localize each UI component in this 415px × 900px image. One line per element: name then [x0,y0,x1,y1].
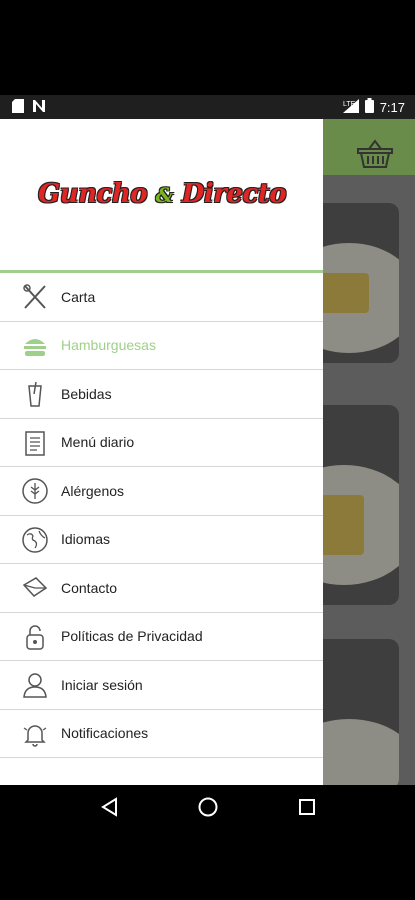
basket-icon[interactable] [357,139,393,169]
status-bar: LTE 7:17 [0,95,415,119]
top-letterbox [0,0,415,95]
user-icon [21,671,49,699]
menu-item-alergenos[interactable]: Alérgenos [0,467,323,516]
clock: 7:17 [379,99,405,115]
signal-icon: LTE [342,98,359,116]
globe-icon [21,526,49,554]
menu-item-notificaciones[interactable]: Notificaciones [0,710,323,758]
menu-item-idiomas[interactable]: Idiomas [0,516,323,564]
menu-item-politicas[interactable]: Políticas de Privacidad [0,613,323,661]
bell-icon [21,720,49,748]
app-notification-icon [32,99,46,116]
drink-icon [21,380,49,408]
fork-knife-icon [21,283,49,311]
back-icon[interactable] [100,796,118,822]
menu-item-hamburguesas[interactable]: Hamburguesas [0,322,323,370]
home-icon[interactable] [197,796,219,823]
svg-text:LTE: LTE [343,101,356,108]
notepad-icon [21,429,49,457]
app-logo: Guncho & Directo [38,179,287,209]
burger-icon [21,332,49,360]
wheat-icon [21,477,49,505]
bottom-letterbox [0,833,415,900]
envelope-icon [21,574,49,602]
lock-icon [21,623,49,651]
sim-icon [12,98,24,116]
drawer-header: Guncho & Directo [0,119,323,273]
navigation-drawer: Guncho & Directo Carta Hamburguesas Bebi… [0,119,323,785]
menu-item-bebidas[interactable]: Bebidas [0,370,323,419]
menu-item-carta[interactable]: Carta [0,273,323,322]
battery-icon [364,98,374,116]
menu-item-iniciar-sesion[interactable]: Iniciar sesión [0,661,323,710]
menu-item-contacto[interactable]: Contacto [0,564,323,613]
recents-icon[interactable] [298,798,316,821]
android-nav-bar [0,785,415,833]
menu-item-menu-diario[interactable]: Menú diario [0,419,323,467]
